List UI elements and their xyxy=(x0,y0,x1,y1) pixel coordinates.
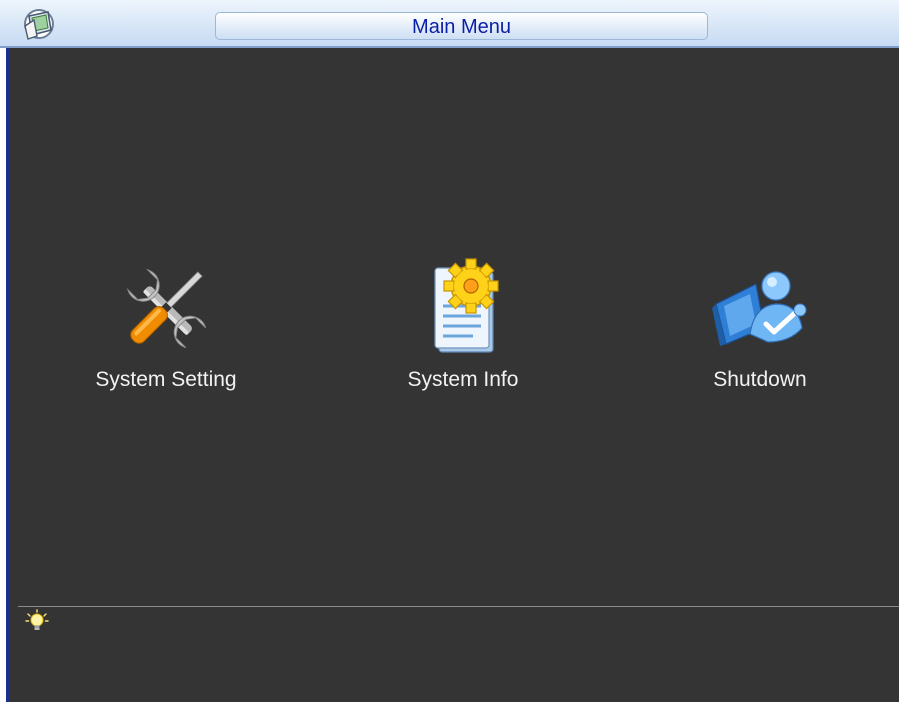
title-bar: Main Menu xyxy=(0,0,899,48)
lightbulb-icon xyxy=(25,609,49,630)
menu-item-system-setting[interactable]: System Setting xyxy=(51,250,281,400)
menu-item-label: System Info xyxy=(407,368,519,391)
window-left-border xyxy=(0,48,9,702)
window-title: Main Menu xyxy=(412,16,511,38)
menu-item-system-info[interactable]: System Info xyxy=(348,250,578,400)
status-divider xyxy=(18,606,899,607)
wrench-screwdriver-icon xyxy=(127,269,207,349)
menu-item-label: System Setting xyxy=(95,368,237,391)
dvr-logo-icon[interactable] xyxy=(18,6,60,42)
main-menu-window: Main Menu System Setting System Info Shu… xyxy=(0,0,899,702)
document-gear-icon xyxy=(434,258,499,353)
user-logout-icon xyxy=(712,271,807,346)
menu-item-label: Shutdown xyxy=(713,368,807,391)
menu-item-shutdown[interactable]: Shutdown xyxy=(645,250,875,400)
